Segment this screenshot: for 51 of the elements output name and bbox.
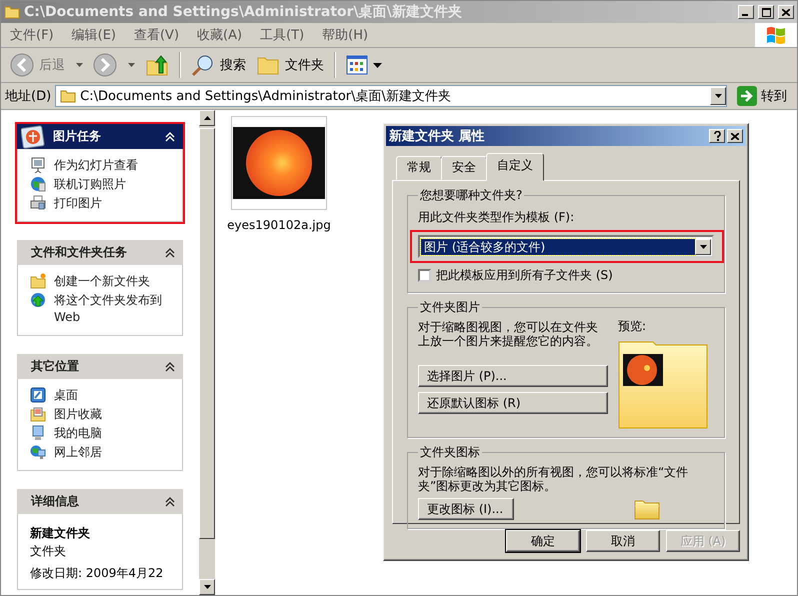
task-link[interactable]: 打印图片 [54,195,102,212]
tab[interactable]: 自定义 [486,153,544,181]
panel-title: 详细信息 [31,493,80,510]
go-button[interactable]: 转到 [731,86,793,106]
dialog-button[interactable]: 确定 [506,530,580,552]
preview-label: 预览: [618,318,648,335]
file-name[interactable]: eyes190102a.jpg [227,218,331,232]
group-title: 您想要哪种文件夹? [419,187,524,204]
task-link[interactable]: 作为幻灯片查看 [54,157,138,174]
task-link[interactable]: 桌面 [54,387,78,404]
checkbox-label: 把此模板应用到所有子文件夹 (S) [436,267,613,284]
menu-item[interactable]: 文件(F) [1,26,63,44]
field-label: 用此文件夹类型作为模板 (F): [418,209,576,226]
folders-button[interactable]: 文件夹 [253,52,327,78]
menu-item[interactable]: 编辑(E) [62,26,125,44]
tab[interactable]: 常规 [396,156,442,180]
dialog-button[interactable]: 取消 [586,530,660,552]
panel-header[interactable]: 文件和文件夹任务 [17,240,183,265]
panel-header[interactable]: 其它位置 [17,354,183,379]
address-label: 地址(D) [5,88,52,105]
modified-date: 修改日期: 2009年4月22 [30,565,164,582]
panel-header[interactable]: 详细信息 [17,489,183,514]
dialog-title: 新建文件夹 属性 [389,128,486,145]
search-button[interactable]: 搜索 [188,51,249,79]
template-dropdown[interactable]: 图片 (适合较多的文件) [418,235,714,258]
dialog-button[interactable]: 更改图标 (I)... [418,498,514,520]
dialog-button[interactable]: 还原默认图标 (R) [418,392,608,414]
menu-item[interactable]: 帮助(H) [313,26,378,44]
group-title: 文件夹图片 [419,299,481,316]
panel-header[interactable]: 图片任务 [17,124,183,149]
task-link[interactable]: 联机订购照片 [54,176,126,193]
group-description: 对于缩略图视图，您可以在文件夹上放一个图片来提醒您它的内容。 [418,320,599,350]
folder-name: 新建文件夹 [30,525,91,542]
address-field[interactable]: C:\Documents and Settings\Administrator\桌面\新建文件夹 [55,85,727,107]
task-link[interactable]: 图片收藏 [54,406,102,423]
task-link[interactable]: 我的电脑 [54,425,102,442]
window-title: C:\Documents and Settings\Administrator\桌面\新建文件夹 [24,3,463,21]
group-title: 文件夹图标 [419,444,481,461]
panel-title: 文件和文件夹任务 [31,244,128,261]
panel-title: 其它位置 [31,358,80,375]
menu-item[interactable]: 查看(V) [124,26,188,44]
panel-title: 图片任务 [53,128,102,145]
dialog-button[interactable]: 选择图片 (P)... [418,365,608,387]
menu-item[interactable]: 收藏(A) [188,26,252,44]
menu-item[interactable]: 工具(T) [251,26,314,44]
folder-type: 文件夹 [30,543,67,560]
task-link[interactable]: 网上邻居 [54,444,102,461]
group-description: 对于除缩略图以外的所有视图，您可以将标准“文件夹”图标更改为其它图标。 [418,465,690,493]
task-link[interactable]: 将这个文件夹发布到 Web [54,292,172,326]
tab[interactable]: 安全 [441,156,487,180]
task-link[interactable]: 创建一个新文件夹 [54,273,150,290]
